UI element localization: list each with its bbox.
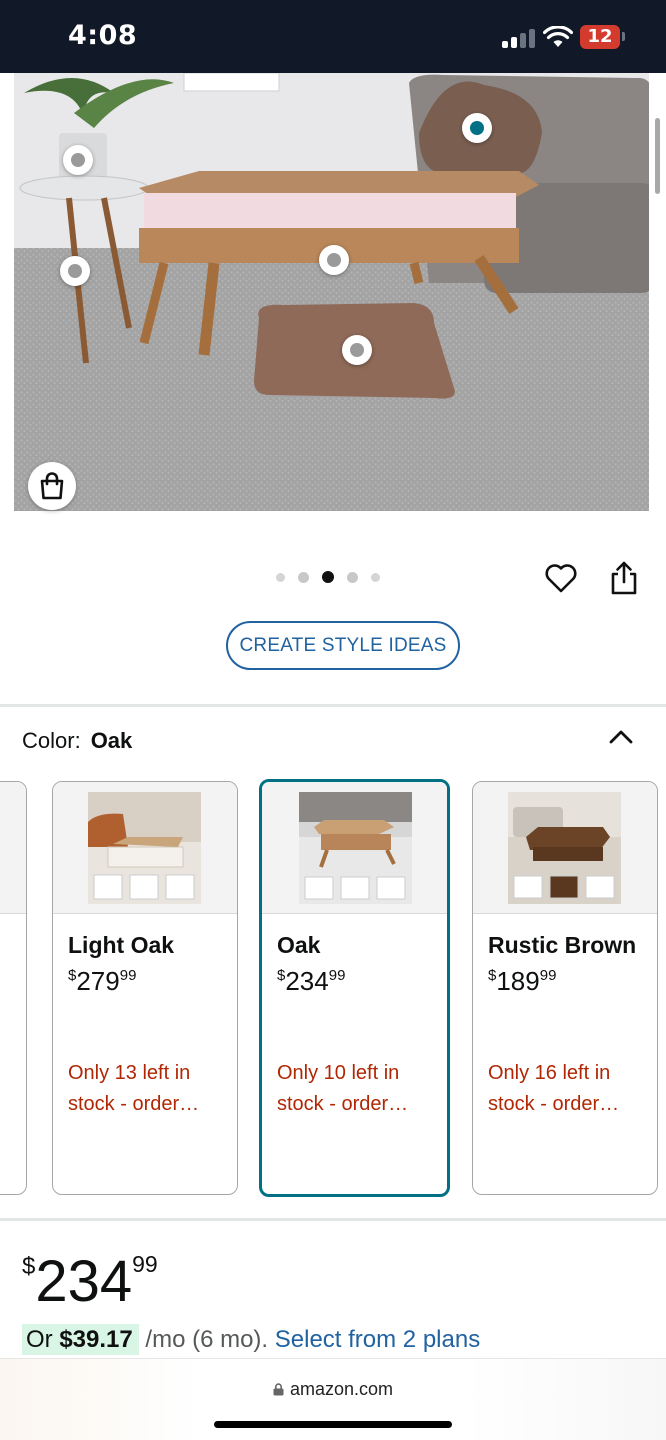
color-swatch-partial[interactable] bbox=[0, 781, 27, 1195]
status-time: 4:08 bbox=[68, 20, 138, 51]
swatch-stock-status: Only 10 left in stock - order… bbox=[277, 1062, 409, 1115]
swatch-thumbnail bbox=[508, 792, 621, 904]
carousel-dot[interactable] bbox=[371, 572, 380, 582]
swatch-name: Rustic Brown bbox=[488, 932, 637, 958]
hotspot-plant[interactable] bbox=[63, 145, 93, 175]
swatch-thumbnail-area bbox=[0, 782, 26, 914]
installment-highlight: Or $39.17 bbox=[22, 1324, 139, 1355]
color-label: Color: bbox=[22, 728, 81, 753]
swatch-price: $27999 bbox=[68, 966, 137, 996]
price-fraction: 99 bbox=[132, 1251, 158, 1277]
image-carousel-dots[interactable] bbox=[276, 570, 380, 584]
color-swatch-rustic-brown[interactable]: Rustic Brown $18999 Only 16 left in stoc… bbox=[472, 781, 658, 1195]
swatch-thumbnail-area bbox=[53, 782, 237, 914]
hotspot-side-table[interactable] bbox=[60, 256, 90, 286]
color-selector-header: Color: Oak bbox=[22, 728, 132, 754]
product-price: $23499 bbox=[22, 1248, 158, 1315]
lock-icon bbox=[273, 1383, 284, 1396]
battery-icon: 12 bbox=[580, 25, 620, 49]
carousel-dot[interactable] bbox=[298, 571, 309, 583]
share-icon[interactable] bbox=[605, 559, 643, 597]
price-symbol: $ bbox=[22, 1253, 36, 1280]
color-swatch-light-oak[interactable]: Light Oak $27999 Only 13 left in stock -… bbox=[52, 781, 238, 1195]
shopping-bag-icon[interactable] bbox=[28, 462, 76, 510]
selected-color-value: Oak bbox=[90, 728, 133, 753]
swatch-thumbnail bbox=[299, 792, 412, 904]
url-text: amazon.com bbox=[289, 1379, 394, 1399]
installment-term: /mo (6 mo). bbox=[138, 1326, 269, 1353]
select-plans-link[interactable]: Select from 2 plans bbox=[275, 1326, 480, 1353]
status-bar: 4:08 12 bbox=[0, 0, 666, 73]
color-swatch-oak[interactable]: Oak $23499 Only 10 left in stock - order… bbox=[259, 779, 450, 1197]
swatch-name: Light Oak bbox=[68, 932, 175, 958]
carousel-dot[interactable] bbox=[347, 571, 358, 583]
swatch-thumbnail-area bbox=[262, 782, 447, 914]
swatch-stock-status: Only 16 left in stock - order… bbox=[488, 1062, 620, 1115]
swatch-price: $23499 bbox=[277, 966, 346, 996]
hotspot-floor-pillow[interactable] bbox=[342, 335, 372, 365]
swatch-price: $18999 bbox=[488, 966, 557, 996]
chevron-up-icon[interactable] bbox=[604, 722, 638, 752]
hotspot-pillow[interactable] bbox=[462, 113, 492, 143]
browser-url-bar[interactable]: amazon.com bbox=[0, 1358, 666, 1440]
swatch-thumbnail bbox=[88, 792, 201, 904]
home-indicator[interactable] bbox=[214, 1421, 452, 1428]
installment-offer: Or $39.17 /mo (6 mo). Select from 2 plan… bbox=[22, 1324, 480, 1355]
wifi-icon bbox=[542, 25, 574, 48]
scrollbar[interactable] bbox=[655, 118, 660, 194]
swatch-name: Oak bbox=[277, 932, 321, 958]
create-style-ideas-button[interactable]: CREATE STYLE IDEAS bbox=[226, 621, 460, 670]
carousel-dot[interactable] bbox=[276, 572, 285, 582]
product-image[interactable] bbox=[14, 73, 649, 511]
price-whole: 234 bbox=[35, 1249, 133, 1314]
section-divider bbox=[0, 1218, 666, 1221]
swatch-stock-status: Only 13 left in stock - order… bbox=[68, 1062, 200, 1115]
section-divider bbox=[0, 704, 666, 707]
battery-nub bbox=[622, 32, 625, 41]
swatch-thumbnail-area bbox=[473, 782, 657, 914]
signal-icon bbox=[502, 28, 536, 48]
hotspot-coffee-table[interactable] bbox=[319, 245, 349, 275]
carousel-dot-active[interactable] bbox=[322, 571, 334, 583]
heart-icon[interactable] bbox=[542, 559, 580, 597]
url-display[interactable]: amazon.com bbox=[0, 1379, 666, 1400]
living-room-photo bbox=[14, 73, 649, 511]
